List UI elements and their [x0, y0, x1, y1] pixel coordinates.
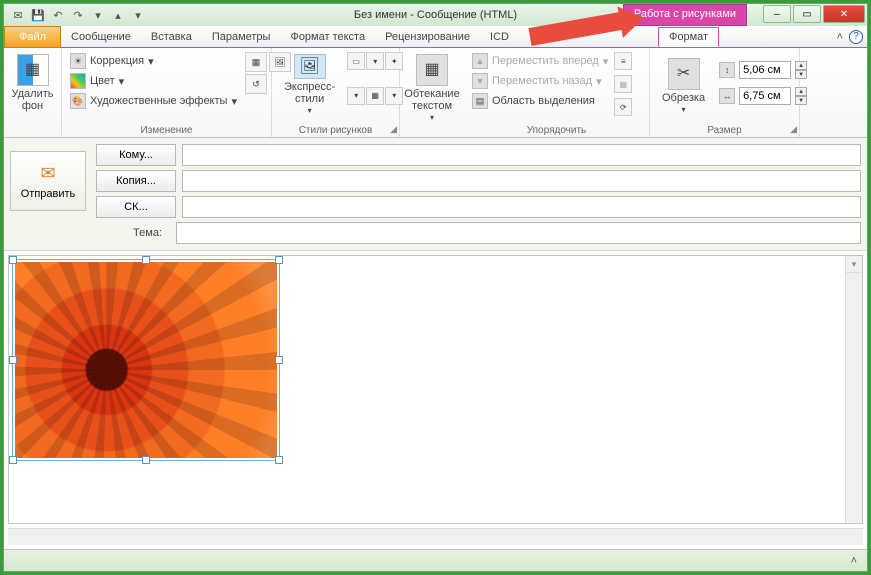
- bcc-input[interactable]: [182, 196, 861, 218]
- picture-border-dd[interactable]: ▾: [366, 52, 384, 70]
- window-title: Без имени - Сообщение (HTML): [354, 9, 517, 21]
- message-body[interactable]: ▾: [8, 255, 863, 524]
- resize-handle-t[interactable]: [142, 256, 150, 264]
- resize-handle-bl[interactable]: [9, 456, 17, 464]
- height-down[interactable]: ▼: [795, 70, 807, 79]
- crop-button[interactable]: ✂ Обрезка▾: [656, 54, 711, 119]
- group-label-size: Размер: [650, 125, 799, 136]
- crop-icon: ✂: [668, 58, 700, 90]
- corrections-icon: ☀: [70, 53, 86, 69]
- selected-image[interactable]: [15, 262, 277, 458]
- save-icon[interactable]: 💾: [30, 7, 46, 23]
- styles-dialog-launcher[interactable]: ◢: [390, 124, 397, 135]
- resize-handle-br[interactable]: [275, 456, 283, 464]
- tab-format-picture[interactable]: Формат: [658, 27, 719, 47]
- send-backward-icon: ▼: [472, 73, 488, 89]
- envelope-icon: ✉: [40, 163, 55, 184]
- corrections-button[interactable]: ☀Коррекция▾: [68, 52, 239, 70]
- tab-icd[interactable]: ICD: [480, 28, 519, 46]
- wrap-text-icon: ▦: [416, 54, 448, 86]
- selection-pane-button[interactable]: ▤Область выделения: [470, 92, 610, 110]
- width-field[interactable]: ↔ ▲▼: [717, 86, 809, 106]
- cc-input[interactable]: [182, 170, 861, 192]
- tab-format-text[interactable]: Формат текста: [280, 28, 375, 46]
- artistic-effects-button[interactable]: 🎨Художественные эффекты▾: [68, 92, 239, 110]
- prev-icon[interactable]: ▾: [90, 7, 106, 23]
- to-input[interactable]: [182, 144, 861, 166]
- zoom-chevron-icon[interactable]: ˄: [851, 555, 857, 567]
- selection-pane-icon: ▤: [472, 93, 488, 109]
- width-icon: ↔: [719, 88, 735, 104]
- rotate-button[interactable]: ⟳: [614, 98, 632, 116]
- width-input[interactable]: [739, 87, 791, 105]
- undo-icon[interactable]: ↶: [50, 7, 66, 23]
- compress-pictures-button[interactable]: ▦: [245, 52, 267, 72]
- tab-review[interactable]: Рецензирование: [375, 28, 480, 46]
- height-up[interactable]: ▲: [795, 61, 807, 70]
- group-button: ▦: [614, 75, 632, 93]
- file-tab[interactable]: Файл: [4, 26, 61, 48]
- tab-options[interactable]: Параметры: [202, 28, 281, 46]
- tab-message[interactable]: Сообщение: [61, 28, 141, 46]
- vertical-scrollbar[interactable]: ▾: [845, 256, 862, 523]
- resize-handle-tr[interactable]: [275, 256, 283, 264]
- width-down[interactable]: ▼: [795, 96, 807, 105]
- close-button[interactable]: ✕: [823, 5, 865, 23]
- reset-picture-button[interactable]: ↺: [245, 74, 267, 94]
- bring-forward-button: ▲Переместить вперед▾: [470, 52, 610, 70]
- quick-access-toolbar: ✉ 💾 ↶ ↷ ▾ ▴ ▾: [4, 7, 152, 23]
- minimize-button[interactable]: –: [763, 5, 791, 23]
- width-up[interactable]: ▲: [795, 87, 807, 96]
- contextual-tab-title: Работа с рисунками: [623, 4, 747, 26]
- send-backward-button: ▼Переместить назад▾: [470, 72, 610, 90]
- redo-icon[interactable]: ↷: [70, 7, 86, 23]
- new-mail-icon[interactable]: ✉: [10, 7, 26, 23]
- selection-frame: [12, 259, 280, 461]
- height-field[interactable]: ↕ ▲▼: [717, 60, 809, 80]
- send-button[interactable]: ✉ Отправить: [10, 151, 86, 211]
- bcc-button[interactable]: СК...: [96, 196, 176, 218]
- wrap-text-button[interactable]: ▦ Обтекание текстом▾: [406, 50, 458, 127]
- group-label-styles: Стили рисунков: [272, 125, 399, 136]
- express-styles-button[interactable]: 🖼 Экспресс-стили▾: [278, 50, 341, 120]
- subject-input[interactable]: [176, 222, 861, 244]
- scrollbar-options-icon[interactable]: ▾: [846, 256, 862, 273]
- maximize-button[interactable]: ▭: [793, 5, 821, 23]
- height-input[interactable]: [739, 61, 791, 79]
- remove-bg-icon: ▦: [17, 54, 49, 86]
- resize-handle-r[interactable]: [275, 356, 283, 364]
- color-icon: [70, 73, 86, 89]
- group-label-adjust: Изменение: [62, 125, 271, 136]
- height-icon: ↕: [719, 62, 735, 78]
- ribbon-tabs: Файл Сообщение Вставка Параметры Формат …: [4, 26, 867, 48]
- status-bar: ˄: [4, 549, 867, 571]
- next-icon[interactable]: ▴: [110, 7, 126, 23]
- artistic-icon: 🎨: [70, 93, 86, 109]
- size-dialog-launcher[interactable]: ◢: [790, 124, 797, 135]
- picture-layout-button[interactable]: ▦: [366, 87, 384, 105]
- resize-handle-b[interactable]: [142, 456, 150, 464]
- help-icon[interactable]: ?: [849, 30, 863, 44]
- bring-forward-icon: ▲: [472, 53, 488, 69]
- tab-insert[interactable]: Вставка: [141, 28, 202, 46]
- horizontal-scrollbar[interactable]: [8, 528, 863, 545]
- resize-handle-tl[interactable]: [9, 256, 17, 264]
- subject-label: Тема:: [10, 227, 170, 239]
- align-button[interactable]: ≡: [614, 52, 632, 70]
- express-styles-icon: 🖼: [294, 54, 326, 79]
- color-button[interactable]: Цвет▾: [68, 72, 239, 90]
- title-bar: ✉ 💾 ↶ ↷ ▾ ▴ ▾ Без имени - Сообщение (HTM…: [4, 4, 867, 26]
- resize-handle-l[interactable]: [9, 356, 17, 364]
- qat-more-icon[interactable]: ▾: [130, 7, 146, 23]
- message-header: ✉ Отправить Кому... Копия... СК... Тема:: [4, 138, 867, 251]
- group-label-arrange: Упорядочить: [464, 125, 649, 136]
- remove-background-button[interactable]: ▦ Удалить фон: [10, 50, 55, 116]
- cc-button[interactable]: Копия...: [96, 170, 176, 192]
- ribbon: ▦ Удалить фон ☀Коррекция▾ Цвет▾ 🎨Художес…: [4, 48, 867, 138]
- picture-border-button[interactable]: ▭: [347, 52, 365, 70]
- collapse-ribbon-icon[interactable]: ˄: [837, 31, 843, 43]
- to-button[interactable]: Кому...: [96, 144, 176, 166]
- picture-effects-dd[interactable]: ▾: [347, 87, 365, 105]
